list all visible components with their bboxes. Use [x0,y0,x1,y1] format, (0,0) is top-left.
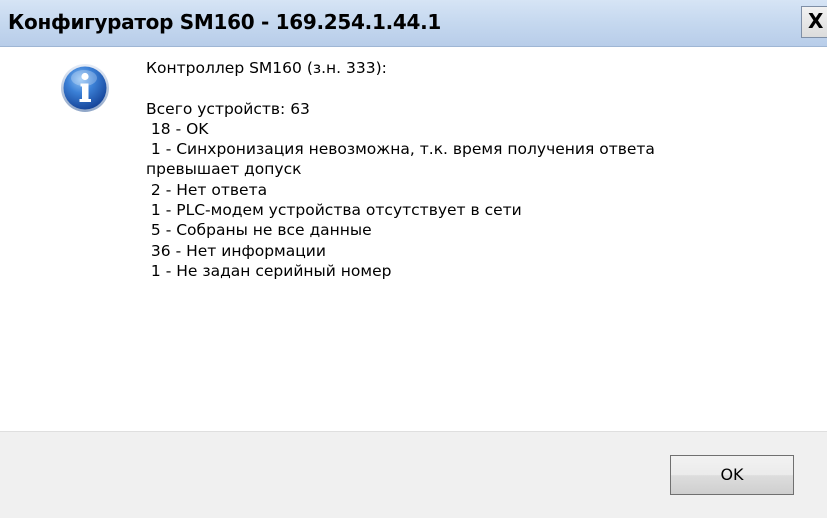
status-line-no-info: 36 - Нет информации [146,241,326,260]
message-header: Контроллер SM160 (з.н. 333): [146,59,387,77]
info-icon [61,64,109,112]
window-title: Конфигуратор SM160 - 169.254.1.44.1 [8,10,442,34]
status-line-partial: 5 - Собраны не все данные [146,221,372,240]
title-bar: Конфигуратор SM160 - 169.254.1.44.1 X [0,0,827,47]
message-gap [146,78,655,98]
message-total: Всего устройств: 63 [146,99,310,118]
status-line-sync: 1 - Синхронизация невозможна, т.к. время… [146,140,655,159]
message-text: Контроллер SM160 (з.н. 333): Всего устро… [146,58,655,281]
message-dialog: Конфигуратор SM160 - 169.254.1.44.1 X Ко… [0,0,827,518]
status-line-no-answer: 2 - Нет ответа [146,180,268,199]
status-line-sync-cont: превышает допуск [146,160,302,179]
ok-button[interactable]: OK [670,455,794,495]
status-line-no-serial: 1 - Не задан серийный номер [146,261,392,280]
status-line-ok: 18 - OK [146,119,209,138]
status-line-plc: 1 - PLC-модем устройства отсутствует в с… [146,201,522,220]
close-icon: X [808,9,824,33]
close-button[interactable]: X [801,6,827,38]
